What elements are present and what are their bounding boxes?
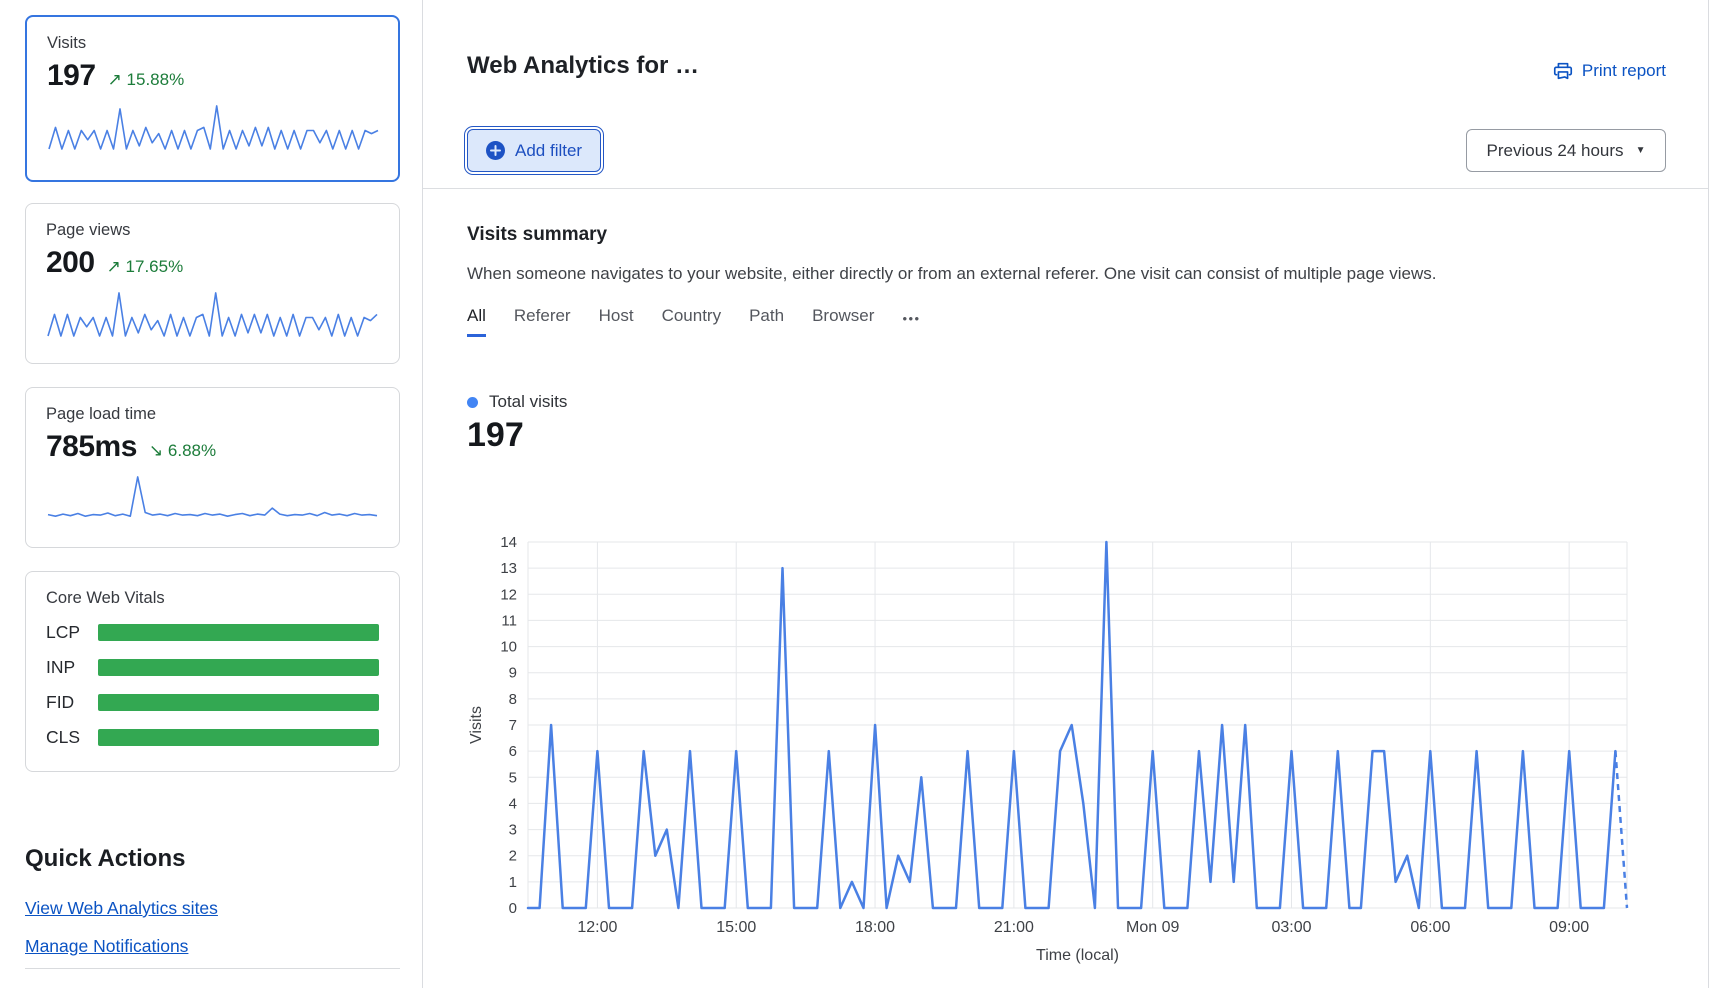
sidebar-divider [25,968,400,969]
svg-text:10: 10 [500,639,517,656]
printer-icon [1552,60,1574,82]
svg-text:03:00: 03:00 [1271,919,1311,936]
core-web-vitals-card: Core Web Vitals LCP INP FID CLS [25,571,400,772]
svg-text:7: 7 [509,717,517,734]
add-filter-button[interactable]: Add filter [467,129,601,172]
svg-text:9: 9 [509,665,517,682]
arrow-down-right-icon: ↘ [149,441,163,460]
chevron-down-icon: ▼ [1636,145,1646,156]
cwv-cls-bar-track [98,729,379,746]
visits-delta-pct: 15.88% [127,70,185,89]
svg-text:2: 2 [509,848,517,865]
visits-card[interactable]: Visits 197 ↗ 15.88% [25,15,400,182]
time-range-value: Previous 24 hours [1487,141,1624,161]
plus-circle-icon [486,141,505,160]
page-title: Web Analytics for … [467,52,699,80]
visits-summary-description: When someone navigates to your website, … [467,264,1436,284]
visits-delta: ↗ 15.88% [108,70,185,90]
svg-text:0: 0 [509,900,517,917]
svg-text:3: 3 [509,822,517,839]
visits-value-row: 197 ↗ 15.88% [47,59,378,93]
tab-all[interactable]: All [467,306,486,337]
svg-text:06:00: 06:00 [1410,919,1450,936]
svg-text:09:00: 09:00 [1549,919,1589,936]
total-visits-value: 197 [467,416,524,455]
page-load-time-delta: ↘ 6.88% [149,441,216,461]
cwv-fid-label: FID [46,692,98,713]
visits-value: 197 [47,59,96,93]
svg-text:Mon 09: Mon 09 [1126,919,1179,936]
page-load-time-value: 785ms [46,430,137,464]
page-views-card[interactable]: Page views 200 ↗ 17.65% [25,203,400,364]
cwv-fid-bar-track [98,694,379,711]
svg-text:12: 12 [500,586,517,603]
page-views-delta-pct: 17.65% [126,257,184,276]
dimension-tabs: All Referer Host Country Path Browser ••… [467,306,921,337]
cwv-cls-label: CLS [46,727,98,748]
header-divider [423,188,1708,189]
tab-referer[interactable]: Referer [514,306,571,337]
analytics-main-panel: Web Analytics for … Print report Add fil… [422,0,1709,988]
page-views-sparkline [46,289,379,337]
total-visits-legend-dot [467,397,478,408]
page-views-card-label: Page views [46,221,379,240]
cwv-fid-bar [98,694,379,711]
cwv-lcp-label: LCP [46,622,98,643]
total-visits-legend-label: Total visits [489,392,567,412]
cwv-inp-bar-track [98,659,379,676]
cwv-row-inp: INP [46,657,379,678]
svg-text:6: 6 [509,743,517,760]
page-views-value: 200 [46,246,95,280]
svg-text:Time (local): Time (local) [1036,947,1119,964]
svg-text:4: 4 [509,795,517,812]
cwv-inp-bar [98,659,379,676]
svg-text:15:00: 15:00 [716,919,756,936]
svg-text:13: 13 [500,560,517,577]
quick-actions-title: Quick Actions [25,845,400,873]
visits-line-chart: 0123456789101112131412:0015:0018:0021:00… [451,520,1681,975]
tab-browser[interactable]: Browser [812,306,874,337]
arrow-up-right-icon: ↗ [108,70,122,89]
svg-text:Visits: Visits [468,706,485,744]
cwv-inp-label: INP [46,657,98,678]
tab-path[interactable]: Path [749,306,784,337]
cwv-row-lcp: LCP [46,622,379,643]
tab-host[interactable]: Host [599,306,634,337]
cwv-row-cls: CLS [46,727,379,748]
svg-text:21:00: 21:00 [994,919,1034,936]
time-range-dropdown[interactable]: Previous 24 hours ▼ [1466,129,1666,172]
svg-text:5: 5 [509,769,517,786]
print-report-link[interactable]: Print report [1552,60,1666,82]
cwv-lcp-bar [98,624,379,641]
visits-card-label: Visits [47,34,378,53]
page-load-time-value-row: 785ms ↘ 6.88% [46,430,379,464]
page-views-delta: ↗ 17.65% [107,257,184,277]
add-filter-label: Add filter [515,141,582,161]
arrow-up-right-icon: ↗ [107,257,121,276]
view-web-analytics-sites-link[interactable]: View Web Analytics sites [25,898,218,919]
svg-text:1: 1 [509,874,517,891]
visits-summary-title: Visits summary [467,224,607,246]
page-views-value-row: 200 ↗ 17.65% [46,246,379,280]
page-load-time-sparkline [46,473,379,521]
print-report-label: Print report [1582,61,1666,81]
tab-country[interactable]: Country [662,306,722,337]
cwv-cls-bar [98,729,379,746]
visits-sparkline [47,102,380,150]
page-load-time-card[interactable]: Page load time 785ms ↘ 6.88% [25,387,400,548]
svg-text:8: 8 [509,691,517,708]
svg-text:11: 11 [501,612,517,629]
svg-text:14: 14 [500,534,517,551]
cwv-row-fid: FID [46,692,379,713]
manage-notifications-link[interactable]: Manage Notifications [25,936,188,957]
more-tabs-button[interactable]: ••• [902,311,920,337]
page-load-time-card-label: Page load time [46,405,379,424]
cwv-lcp-bar-track [98,624,379,641]
chart-legend: Total visits [467,392,567,412]
svg-text:18:00: 18:00 [855,919,895,936]
core-web-vitals-title: Core Web Vitals [46,589,379,608]
page-load-time-delta-pct: 6.88% [168,441,216,460]
svg-text:12:00: 12:00 [577,919,617,936]
